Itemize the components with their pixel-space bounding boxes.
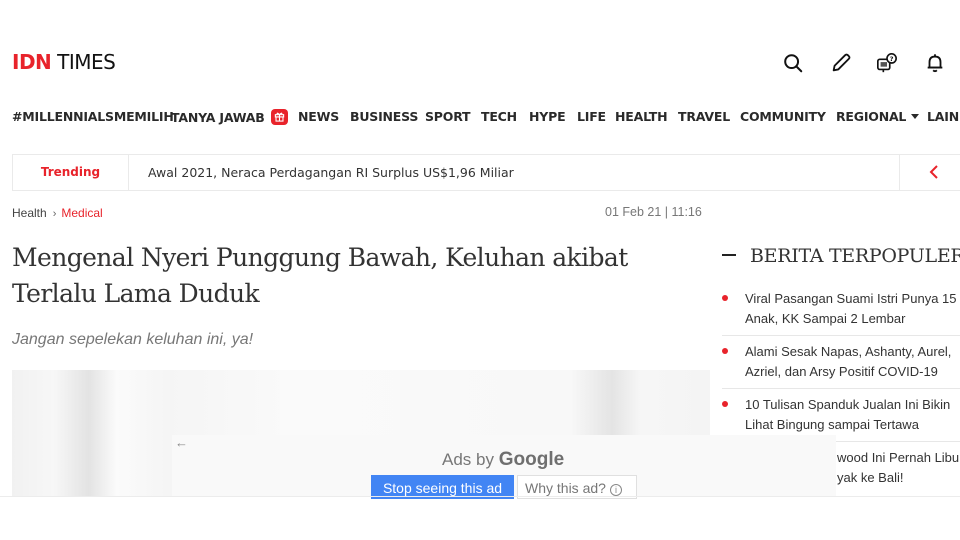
popular-item-line1: 10 Tulisan Spanduk Jualan Ini Bikin: [745, 397, 951, 412]
svg-text:?: ?: [890, 55, 894, 63]
chat-question-icon[interactable]: ?: [876, 52, 898, 74]
nav-label: TANYA JAWAB: [171, 110, 265, 125]
bullet-dot-icon: [722, 348, 728, 354]
popular-item-line2: Azriel, dan Arsy Positif COVID-19: [745, 364, 938, 379]
caret-down-icon: [911, 114, 920, 119]
nav-item-travel[interactable]: TRAVEL: [678, 109, 730, 124]
publish-date: 01 Feb 21 | 11:16: [605, 205, 702, 219]
sidebar-title: BERITA TERPOPULER: [722, 245, 960, 267]
chevron-right-icon[interactable]: [956, 163, 960, 181]
bullet-dot-icon: [722, 295, 728, 301]
popular-item-line1: Alami Sesak Napas, Ashanty, Aurel,: [745, 344, 952, 359]
nav-item-millennialsmemilih[interactable]: #MILLENNIALSMEMILIH: [12, 109, 174, 124]
title-dash-icon: [722, 253, 736, 256]
nav-label: REGIONAL: [836, 109, 907, 124]
nav-item-regional[interactable]: REGIONAL: [836, 109, 920, 124]
breadcrumb-separator: ›: [52, 208, 57, 220]
trending-label: Trending: [13, 155, 129, 190]
why-this-ad-label: Why this ad?: [525, 480, 606, 496]
breadcrumb-current[interactable]: Medical: [61, 206, 102, 220]
ads-by-label: Ads by: [442, 450, 494, 469]
article-title: Mengenal Nyeri Punggung Bawah, Keluhan a…: [12, 243, 628, 308]
breadcrumb-parent[interactable]: Health: [12, 206, 47, 220]
idn-times-logo[interactable]: IDN TIMES: [12, 50, 116, 74]
nav-item-sport[interactable]: SPORT: [425, 109, 471, 124]
divider: [722, 388, 960, 389]
popular-item-line1: Viral Pasangan Suami Istri Punya 15: [745, 291, 957, 306]
pencil-icon[interactable]: [830, 52, 852, 74]
google-wordmark: Google: [498, 449, 565, 470]
bullet-dot-icon: [722, 401, 728, 407]
nav-item-business[interactable]: BUSINESS: [350, 109, 418, 124]
popular-item[interactable]: 10 Tulisan Spanduk Jualan Ini Bikin Liha…: [722, 395, 960, 435]
breadcrumb: Health › Medical: [12, 206, 103, 220]
back-arrow-icon[interactable]: ←: [175, 435, 188, 450]
article-subtitle: Jangan sepelekan keluhan ini, ya!: [12, 331, 254, 348]
nav-item-tanya-jawab[interactable]: TANYA JAWAB: [171, 109, 288, 125]
popular-item-line2: Anak, KK Sampai 2 Lembar: [745, 311, 906, 326]
chevron-left-icon[interactable]: [926, 163, 944, 181]
nav-item-community[interactable]: COMMUNITY: [740, 109, 826, 124]
logo-secondary: TIMES: [57, 50, 116, 74]
divider: [0, 496, 960, 497]
trending-bar: Trending Awal 2021, Neraca Perdagangan R…: [12, 154, 960, 191]
nav-item-hype[interactable]: HYPE: [529, 109, 566, 124]
main-nav: #MILLENNIALSMEMILIH TANYA JAWAB NEWS BUS…: [0, 106, 960, 128]
ads-by-google: Ads by Google: [442, 449, 564, 471]
nav-item-lainnya[interactable]: LAINNYA: [927, 109, 960, 124]
divider: [722, 335, 960, 336]
trending-headline[interactable]: Awal 2021, Neraca Perdagangan RI Surplus…: [148, 155, 514, 190]
nav-item-news[interactable]: NEWS: [298, 109, 339, 124]
popular-item-line1: wood Ini Pernah Libur: [837, 450, 960, 465]
nav-item-life[interactable]: LIFE: [577, 109, 606, 124]
gift-icon: [270, 109, 288, 125]
popular-item[interactable]: Viral Pasangan Suami Istri Punya 15 Anak…: [722, 289, 960, 329]
popular-item-line2: Lihat Bingung sampai Tertawa: [745, 417, 919, 432]
sidebar-title-text: BERITA TERPOPULER: [750, 245, 960, 267]
trending-controls: [899, 155, 960, 190]
nav-item-tech[interactable]: TECH: [481, 109, 517, 124]
popular-item[interactable]: Alami Sesak Napas, Ashanty, Aurel, Azrie…: [722, 342, 960, 382]
logo-primary: IDN: [12, 50, 52, 74]
bell-icon[interactable]: [924, 52, 946, 74]
google-ad-overlay: ← Ads by Google Stop seeing this ad Why …: [172, 435, 835, 499]
nav-item-health[interactable]: HEALTH: [615, 109, 668, 124]
popular-item-line2: yak ke Bali!: [837, 470, 904, 485]
search-icon[interactable]: [782, 52, 804, 74]
info-icon: i: [609, 484, 622, 496]
site-header: IDN TIMES ?: [0, 40, 960, 84]
